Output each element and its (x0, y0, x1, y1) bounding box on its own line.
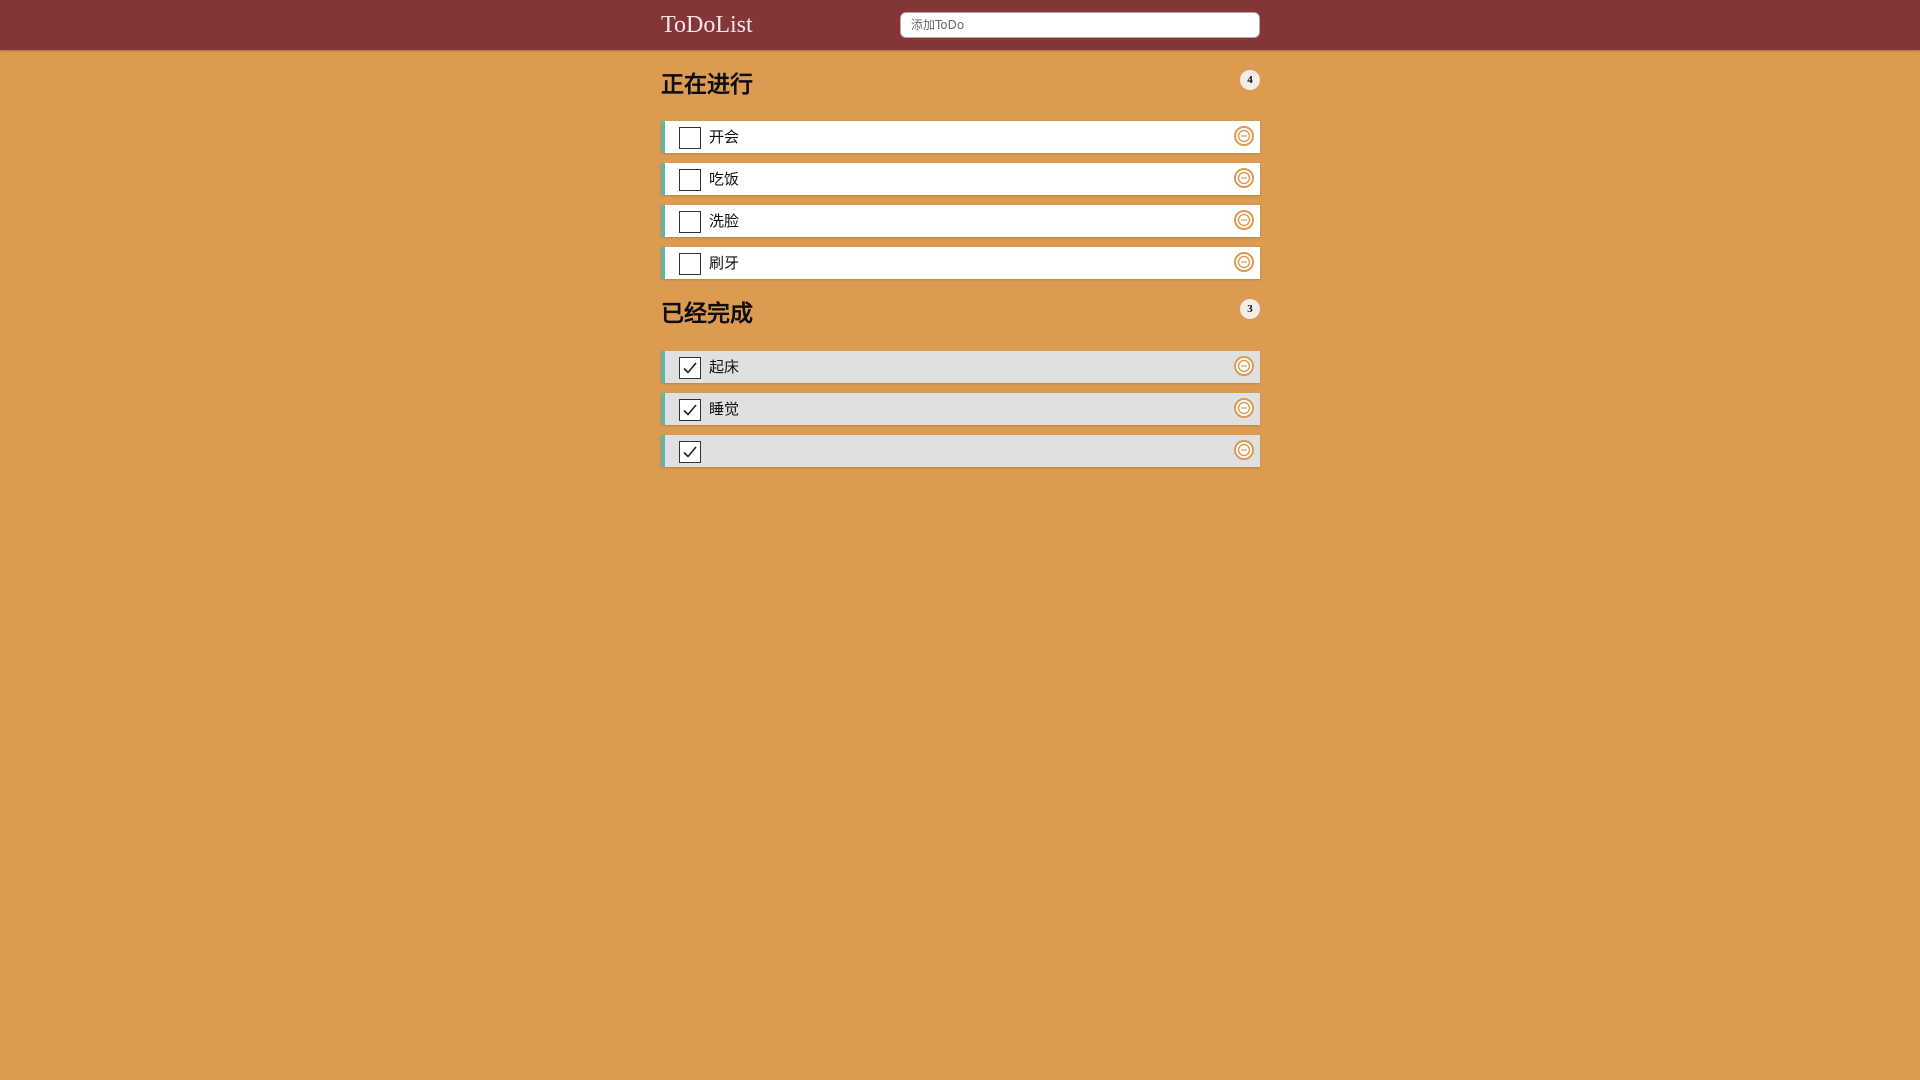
todo-text: 刷牙 (709, 254, 740, 272)
todo-checkbox[interactable] (679, 253, 701, 275)
todo-item: 洗脸 (661, 205, 1260, 237)
todo-item: 睡觉 (661, 393, 1260, 425)
todo-item (661, 435, 1260, 467)
remove-circle-icon[interactable] (1234, 168, 1254, 188)
todo-text: 起床 (709, 358, 740, 376)
todo-checkbox[interactable] (679, 211, 701, 233)
todo-item: 吃饭 (661, 163, 1260, 195)
remove-circle-icon[interactable] (1234, 356, 1254, 376)
todo-text: 睡觉 (709, 400, 740, 418)
remove-circle-icon[interactable] (1234, 398, 1254, 418)
todo-text: 洗脸 (709, 212, 740, 230)
todo-checkbox[interactable] (679, 127, 701, 149)
completed-list: 起床 睡觉 (661, 351, 1260, 477)
todo-item: 起床 (661, 351, 1260, 383)
todo-item: 刷牙 (661, 247, 1260, 279)
checkmark-icon (683, 446, 697, 458)
todo-item: 开会 (661, 121, 1260, 153)
todo-text: 开会 (709, 128, 740, 146)
remove-circle-icon[interactable] (1234, 210, 1254, 230)
add-todo-input[interactable] (900, 12, 1260, 38)
completed-count-badge: 3 (1240, 299, 1260, 319)
checkmark-icon (683, 404, 697, 416)
todo-checkbox[interactable] (679, 441, 701, 463)
todo-text: 吃饭 (709, 170, 740, 188)
todo-checkbox[interactable] (679, 399, 701, 421)
app-header: ToDoList (0, 0, 1920, 50)
app-title: ToDoList (661, 12, 753, 38)
section-title-completed: 已经完成 (661, 301, 753, 327)
checkmark-icon (683, 362, 697, 374)
todo-checkbox[interactable] (679, 357, 701, 379)
in-progress-count-badge: 4 (1240, 70, 1260, 90)
in-progress-list: 开会 吃饭 洗脸 刷牙 (661, 121, 1260, 289)
remove-circle-icon[interactable] (1234, 440, 1254, 460)
remove-circle-icon[interactable] (1234, 252, 1254, 272)
header-inner: ToDoList (661, 0, 1260, 50)
todo-checkbox[interactable] (679, 169, 701, 191)
remove-circle-icon[interactable] (1234, 126, 1254, 146)
section-title-in-progress: 正在进行 (661, 72, 753, 98)
